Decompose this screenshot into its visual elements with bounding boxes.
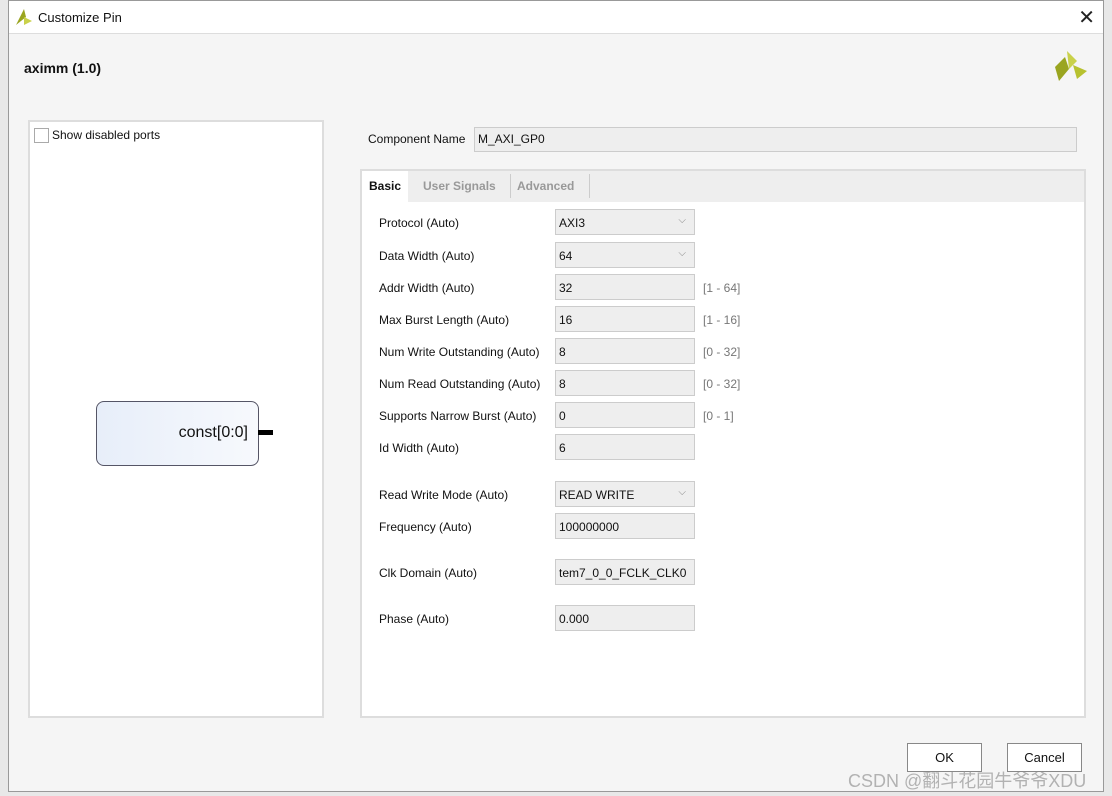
- data-width-label: Data Width (Auto): [379, 249, 475, 263]
- clk-domain-value: tem7_0_0_FCLK_CLK0: [559, 566, 687, 580]
- tab-divider: [510, 174, 511, 198]
- supports-narrow-burst-input[interactable]: 0: [555, 402, 695, 428]
- supports-narrow-burst-range: [0 - 1]: [703, 409, 734, 423]
- show-disabled-ports-checkbox[interactable]: [34, 128, 49, 143]
- vivado-logo-icon: [16, 9, 32, 25]
- watermark: CSDN @翻斗花园牛爷爷XDU: [848, 771, 1087, 791]
- customize-pin-dialog: Customize Pin ✕ aximm (1.0) Show disable…: [8, 0, 1104, 792]
- num-read-outstanding-input[interactable]: 8: [555, 370, 695, 396]
- addr-width-value: 32: [559, 281, 573, 295]
- addr-width-range: [1 - 64]: [703, 281, 741, 295]
- protocol-label: Protocol (Auto): [379, 216, 460, 230]
- chevron-down-icon: ⌵: [678, 248, 686, 259]
- num-read-outstanding-label: Num Read Outstanding (Auto): [379, 377, 541, 391]
- supports-narrow-burst-label: Supports Narrow Burst (Auto): [379, 409, 537, 423]
- data-width-value: 64: [559, 249, 573, 263]
- num-write-outstanding-value: 8: [559, 345, 566, 359]
- protocol-select[interactable]: AXI3 ⌵: [555, 209, 695, 235]
- frequency-label: Frequency (Auto): [379, 520, 472, 534]
- phase-input[interactable]: 0.000: [555, 605, 695, 631]
- tab-bar: Basic User Signals Advanced: [362, 171, 1084, 202]
- id-width-input[interactable]: 6: [555, 434, 695, 460]
- num-read-outstanding-value: 8: [559, 377, 566, 391]
- chevron-down-icon: ⌵: [678, 487, 686, 498]
- window-title: Customize Pin: [38, 10, 122, 25]
- frequency-input[interactable]: 100000000: [555, 513, 695, 539]
- protocol-value: AXI3: [559, 216, 586, 230]
- num-write-outstanding-input[interactable]: 8: [555, 338, 695, 364]
- component-name-label: Component Name: [368, 132, 466, 146]
- max-burst-length-range: [1 - 16]: [703, 313, 741, 327]
- port-pin: [258, 430, 273, 435]
- tab-divider: [589, 174, 590, 198]
- read-write-mode-value: READ WRITE: [559, 488, 635, 502]
- tab-user-signals[interactable]: User Signals: [423, 179, 496, 193]
- read-write-mode-select[interactable]: READ WRITE ⌵: [555, 481, 695, 507]
- frequency-value: 100000000: [559, 520, 620, 534]
- tab-advanced[interactable]: Advanced: [517, 179, 574, 193]
- component-name-input[interactable]: M_AXI_GP0: [474, 127, 1077, 152]
- clk-domain-input[interactable]: tem7_0_0_FCLK_CLK0: [555, 559, 695, 585]
- close-icon[interactable]: ✕: [1078, 5, 1095, 30]
- title-bar: Customize Pin ✕: [9, 1, 1103, 34]
- xilinx-logo-icon: [1055, 51, 1087, 81]
- num-write-outstanding-range: [0 - 32]: [703, 345, 741, 359]
- addr-width-label: Addr Width (Auto): [379, 281, 475, 295]
- tab-panel: Basic User Signals Advanced Protocol (Au…: [360, 169, 1086, 718]
- tab-basic[interactable]: Basic: [362, 171, 409, 202]
- phase-value: 0.000: [559, 612, 590, 626]
- max-burst-length-label: Max Burst Length (Auto): [379, 313, 510, 327]
- port-label: const[0:0]: [178, 424, 248, 441]
- ip-block-symbol: const[0:0]: [96, 401, 259, 466]
- num-read-outstanding-range: [0 - 32]: [703, 377, 741, 391]
- show-disabled-ports-label: Show disabled ports: [52, 128, 161, 142]
- phase-label: Phase (Auto): [379, 612, 450, 626]
- num-write-outstanding-label: Num Write Outstanding (Auto): [379, 345, 540, 359]
- clk-domain-label: Clk Domain (Auto): [379, 566, 478, 580]
- id-width-label: Id Width (Auto): [379, 441, 460, 455]
- max-burst-length-input[interactable]: 16: [555, 306, 695, 332]
- max-burst-length-value: 16: [559, 313, 573, 327]
- id-width-value: 6: [559, 441, 566, 455]
- chevron-down-icon: ⌵: [678, 215, 686, 226]
- symbol-panel: Show disabled ports const[0:0]: [28, 120, 324, 718]
- read-write-mode-label: Read Write Mode (Auto): [379, 488, 509, 502]
- ip-title: aximm (1.0): [24, 60, 102, 76]
- addr-width-input[interactable]: 32: [555, 274, 695, 300]
- supports-narrow-burst-value: 0: [559, 409, 566, 423]
- data-width-select[interactable]: 64 ⌵: [555, 242, 695, 268]
